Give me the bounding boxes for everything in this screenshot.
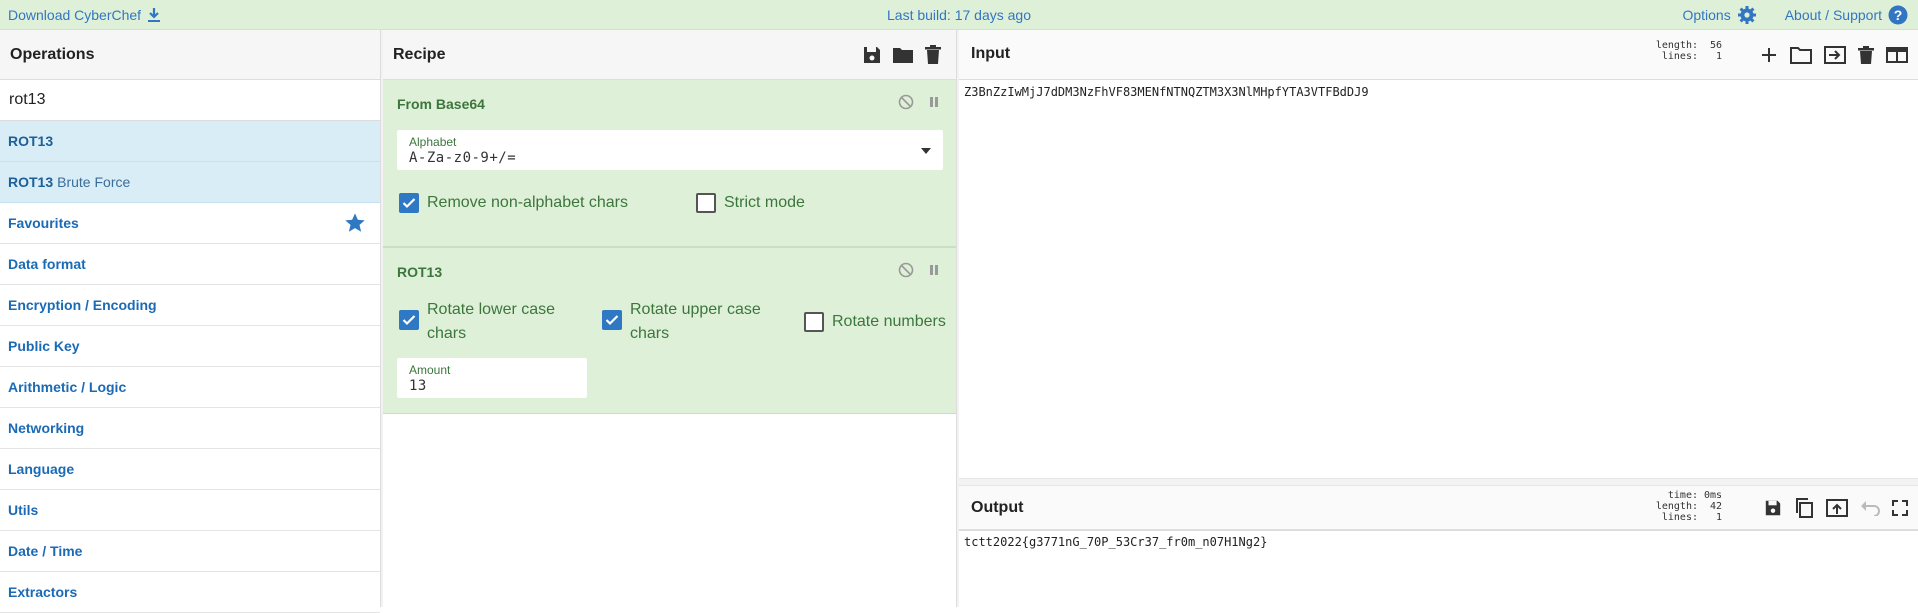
disable-icon[interactable] xyxy=(898,94,914,110)
rot13-title: ROT13 xyxy=(397,264,443,280)
category-data-format[interactable]: Data format xyxy=(0,244,380,285)
output-text-area[interactable]: tctt2022{g3771nG_70P_53Cr37_fr0m_n07H1Ng… xyxy=(964,535,1267,549)
save-output-icon[interactable] xyxy=(1764,499,1782,517)
amount-input[interactable]: Amount 13 xyxy=(397,358,587,398)
strict-mode-checkbox[interactable]: Strict mode xyxy=(696,191,805,215)
clear-recipe-icon[interactable] xyxy=(924,45,942,65)
recipe-panel: Recipe From Base64 Alphabet A-Za-z0-9+/=… xyxy=(383,30,957,607)
download-cyberchef-link[interactable]: Download CyberChef xyxy=(8,7,161,23)
category-language[interactable]: Language xyxy=(0,449,380,490)
output-stats: time: 0ms length: 42 lines: 1 xyxy=(1655,490,1722,523)
last-build-text: Last build: 17 days ago xyxy=(887,6,1031,23)
copy-output-icon[interactable] xyxy=(1794,498,1814,518)
maximize-icon[interactable] xyxy=(1892,500,1908,516)
rotate-numbers-checkbox[interactable]: Rotate numbers xyxy=(804,310,946,334)
options-label: Options xyxy=(1682,7,1731,23)
save-recipe-icon[interactable] xyxy=(862,45,882,65)
checkbox-unchecked-icon xyxy=(696,193,716,213)
pause-icon[interactable] xyxy=(928,262,940,278)
rotate-upper-case-checkbox[interactable]: Rotate upper case chars xyxy=(602,298,761,346)
remove-non-alphabet-checkbox[interactable]: Remove non-alphabet chars xyxy=(399,191,628,215)
category-public-key[interactable]: Public Key xyxy=(0,326,380,367)
input-title: Input xyxy=(971,45,1011,62)
star-icon xyxy=(344,212,366,234)
op-result-rot13[interactable]: ROT13 xyxy=(0,121,380,162)
category-networking[interactable]: Networking xyxy=(0,408,380,449)
checkbox-checked-icon xyxy=(602,310,622,330)
operations-search-input[interactable]: rot13 xyxy=(0,80,380,121)
open-file-icon[interactable] xyxy=(1824,46,1846,64)
add-tab-icon[interactable] xyxy=(1760,46,1778,64)
gear-icon xyxy=(1737,5,1757,25)
from-base64-operation: From Base64 Alphabet A-Za-z0-9+/= Remove… xyxy=(383,80,956,247)
checkbox-checked-icon xyxy=(399,310,419,330)
alphabet-select[interactable]: Alphabet A-Za-z0-9+/= xyxy=(397,130,943,170)
caret-down-icon xyxy=(921,148,931,154)
from-base64-title: From Base64 xyxy=(397,96,485,112)
rot13-operation: ROT13 Rotate lower case chars Rotate uppe… xyxy=(383,247,956,414)
input-stats: length: 56 lines: 1 xyxy=(1655,40,1722,62)
io-panel: Input length: 56 lines: 1 Z3BnZzIwMjJ7dDM3… xyxy=(959,30,1918,607)
options-button[interactable]: Options xyxy=(1682,5,1756,25)
operations-panel: Operations rot13 ROT13 ROT13 Brute Force… xyxy=(0,30,381,613)
open-folder-icon[interactable] xyxy=(1790,46,1812,64)
top-bar: Download CyberChef Last build: 17 days a… xyxy=(0,0,1918,30)
load-recipe-icon[interactable] xyxy=(892,45,914,65)
operations-title: Operations xyxy=(0,30,380,80)
category-encryption-encoding[interactable]: Encryption / Encoding xyxy=(0,285,380,326)
help-icon: ? xyxy=(1888,5,1908,25)
undo-icon[interactable] xyxy=(1860,500,1880,516)
download-icon xyxy=(147,7,161,23)
op-result-rot13-brute-force[interactable]: ROT13 Brute Force xyxy=(0,162,380,203)
category-date-time[interactable]: Date / Time xyxy=(0,531,380,572)
layout-icon[interactable] xyxy=(1886,47,1908,63)
replace-input-icon[interactable] xyxy=(1826,499,1848,517)
output-header: Output time: 0ms length: 42 lines: 1 xyxy=(959,486,1918,530)
input-header: Input length: 56 lines: 1 xyxy=(959,30,1918,80)
download-label: Download CyberChef xyxy=(8,7,142,23)
svg-text:?: ? xyxy=(1894,7,1903,23)
about-label: About / Support xyxy=(1784,7,1882,23)
category-favourites[interactable]: Favourites xyxy=(0,203,380,244)
about-support-button[interactable]: About / Support ? xyxy=(1785,5,1908,25)
checkbox-checked-icon xyxy=(399,193,419,213)
input-output-divider[interactable] xyxy=(959,478,1918,486)
input-text-area[interactable]: Z3BnZzIwMjJ7dDM3NzFhVF83MENfNTNQZTM3X3Nl… xyxy=(964,85,1369,99)
clear-input-icon[interactable] xyxy=(1858,46,1874,64)
rotate-lower-case-checkbox[interactable]: Rotate lower case chars xyxy=(399,298,555,346)
output-header-border xyxy=(959,530,1918,531)
category-utils[interactable]: Utils xyxy=(0,490,380,531)
output-title: Output xyxy=(971,499,1024,516)
disable-icon[interactable] xyxy=(898,262,914,278)
category-arithmetic-logic[interactable]: Arithmetic / Logic xyxy=(0,367,380,408)
checkbox-unchecked-icon xyxy=(804,312,824,332)
recipe-title: Recipe xyxy=(383,30,956,80)
pause-icon[interactable] xyxy=(928,94,940,110)
